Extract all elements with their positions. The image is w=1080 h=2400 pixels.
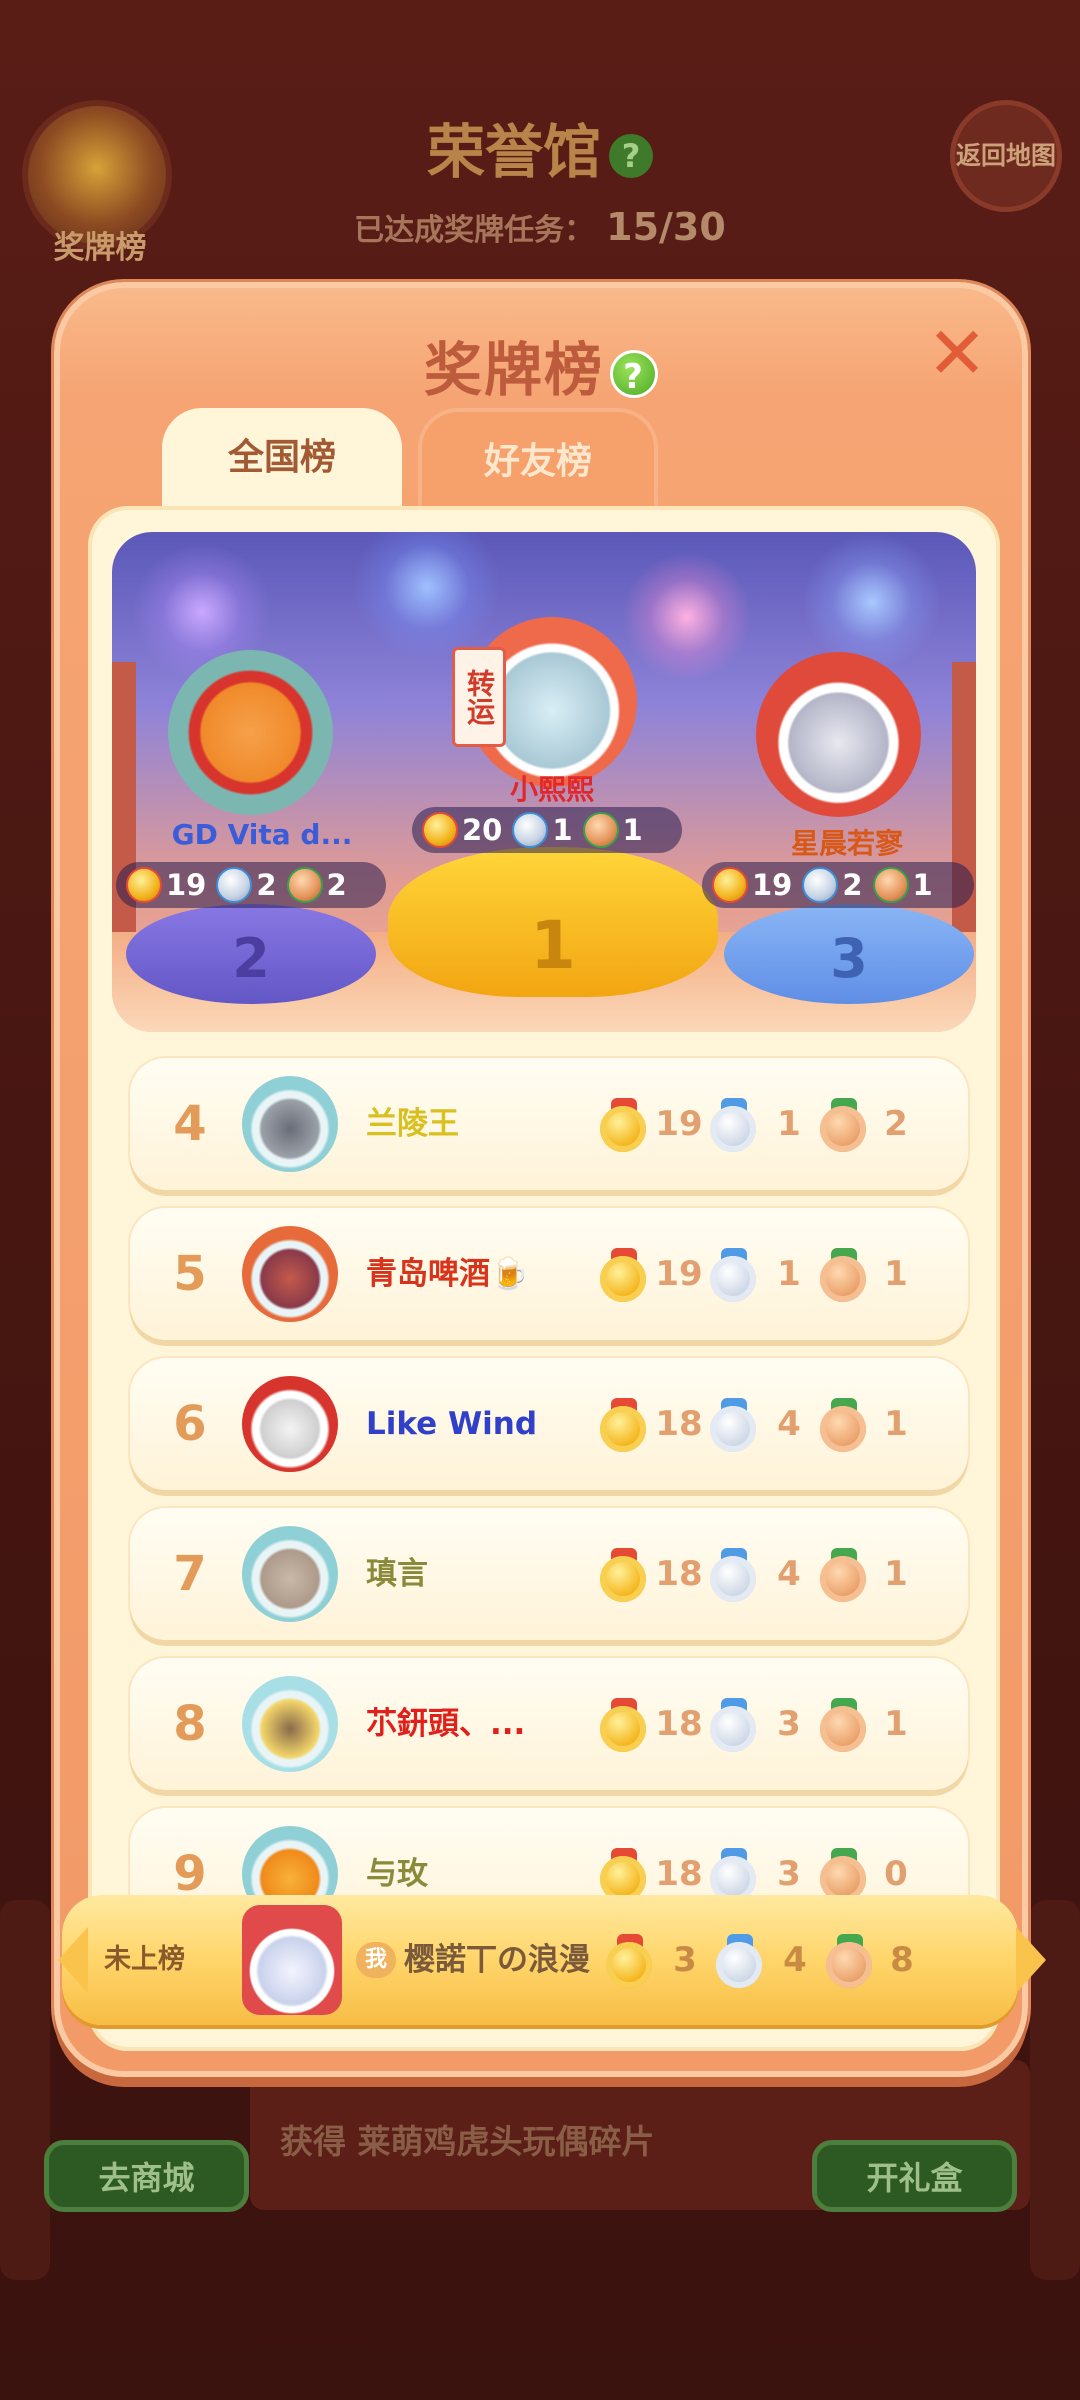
- player-name: Like Wind: [366, 1406, 538, 1442]
- medal-leaderboard-dialog: 奖牌榜? ✕ 全国榜 好友榜 2 1 3 转运 GD Vita d... 小熙熙: [54, 282, 1028, 2077]
- avatar[interactable]: [242, 1676, 338, 1772]
- podium-rank-1: 1: [530, 907, 576, 984]
- player-name: 兰陵王: [366, 1106, 459, 1142]
- reward-text: 获得 莱萌鸡虎头玩偶碎片: [280, 2122, 655, 2161]
- avatar-second[interactable]: [168, 650, 333, 815]
- my-name: 樱諾丅の浪漫: [404, 1942, 590, 1978]
- gold-medal-icon: [606, 1934, 654, 1988]
- ranking-row[interactable]: 5 青岛啤酒🍺 19 1 1: [130, 1208, 968, 1340]
- bronze-medal-icon: [826, 1934, 874, 1988]
- help-icon[interactable]: ?: [609, 133, 653, 178]
- medal-count-third: 19 2 1: [702, 862, 974, 908]
- close-icon[interactable]: ✕: [922, 317, 992, 389]
- leaderboard-panel: 2 1 3 转运 GD Vita d... 小熙熙 星晨若寥 19 2 2 20…: [88, 506, 1000, 2051]
- firework-decoration: [622, 552, 752, 682]
- bronze-medal-icon: [820, 1698, 868, 1752]
- lucky-tag: 转运: [452, 647, 506, 747]
- gold-medal-icon: [600, 1848, 648, 1902]
- player-name: 瑱言: [366, 1556, 428, 1592]
- avatar[interactable]: [242, 1226, 338, 1322]
- my-ranking-row[interactable]: 未上榜 我 樱諾丅の浪漫 3 4 8: [6, 1895, 1074, 2025]
- tab-friends[interactable]: 好友榜: [418, 408, 658, 512]
- ranking-row[interactable]: 7 瑱言 18 4 1: [130, 1508, 968, 1640]
- medal-counts: 18 4 1: [600, 1398, 960, 1452]
- player-name: 青岛啤酒🍺: [366, 1256, 529, 1292]
- my-rank-status: 未上榜: [104, 1944, 185, 1975]
- avatar[interactable]: [242, 1526, 338, 1622]
- medal-task-progress: 已达成奖牌任务： 15/30: [354, 205, 726, 249]
- silver-medal-icon: [716, 1934, 764, 1988]
- ribbon-right-tail: [1016, 1927, 1046, 1993]
- bronze-medal-icon: [820, 1548, 868, 1602]
- podium-rank-2: 2: [232, 927, 270, 990]
- top-three-stage: 2 1 3 转运 GD Vita d... 小熙熙 星晨若寥 19 2 2 20…: [112, 532, 976, 1032]
- bronze-medal-icon: [820, 1398, 868, 1452]
- silver-medal-icon: [710, 1548, 758, 1602]
- silver-medal-icon: [802, 867, 839, 903]
- gold-medal-icon: [600, 1398, 648, 1452]
- gold-medal-icon: [712, 867, 748, 903]
- bronze-medal-icon: [820, 1098, 868, 1152]
- my-avatar[interactable]: [242, 1905, 342, 2015]
- silver-medal-icon: [216, 867, 253, 903]
- stage-post: [112, 662, 136, 962]
- medal-counts: 19 1 1: [600, 1248, 960, 1302]
- silver-medal-icon: [710, 1398, 758, 1452]
- gold-medal-icon: [422, 812, 458, 848]
- rank-number: 4: [173, 1096, 207, 1152]
- dialog-title: 奖牌榜?: [60, 323, 1022, 407]
- gold-medal-icon: [126, 867, 162, 903]
- avatar[interactable]: [242, 1076, 338, 1172]
- gold-medal-icon: [600, 1548, 648, 1602]
- silver-medal-icon: [512, 812, 549, 848]
- avatar[interactable]: [242, 1376, 338, 1472]
- ranking-row[interactable]: 6 Like Wind 18 4 1: [130, 1358, 968, 1490]
- medal-counts: 19 1 2: [600, 1098, 960, 1152]
- rank-number: 8: [173, 1696, 207, 1752]
- silver-medal-icon: [710, 1698, 758, 1752]
- rank-number: 6: [173, 1396, 207, 1452]
- stage-post: [952, 662, 976, 962]
- silver-medal-icon: [710, 1248, 758, 1302]
- help-icon[interactable]: ?: [610, 349, 658, 398]
- open-gift-box-button[interactable]: 开礼盒: [812, 2140, 1017, 2212]
- rank-number: 7: [173, 1546, 207, 1602]
- name-second: GD Vita d...: [171, 818, 353, 851]
- medal-counts: 18 3 1: [600, 1698, 960, 1752]
- bronze-medal-icon: [872, 867, 909, 903]
- firework-decoration: [802, 532, 942, 672]
- gold-medal-icon: [600, 1698, 648, 1752]
- rank-number: 5: [173, 1246, 207, 1302]
- name-first: 小熙熙: [509, 773, 594, 806]
- go-to-shop-button[interactable]: 去商城: [44, 2140, 249, 2212]
- medal-counts: 18 4 1: [600, 1548, 960, 1602]
- ranking-row[interactable]: 8 䒕鈃頭、... 18 3 1: [130, 1658, 968, 1790]
- name-third: 星晨若寥: [790, 827, 903, 860]
- gold-medal-icon: [600, 1248, 648, 1302]
- player-name: 䒕鈃頭、...: [366, 1706, 526, 1742]
- ranking-row[interactable]: 4 兰陵王 19 1 2: [130, 1058, 968, 1190]
- bronze-medal-icon: [286, 867, 323, 903]
- silver-medal-icon: [710, 1848, 758, 1902]
- medal-count-second: 19 2 2: [116, 862, 386, 908]
- bronze-medal-icon: [820, 1848, 868, 1902]
- bronze-medal-icon: [820, 1248, 868, 1302]
- my-medal-counts: 3 4 8: [606, 1934, 986, 1988]
- tab-national[interactable]: 全国榜: [162, 408, 402, 512]
- me-badge: 我: [356, 1942, 396, 1978]
- bronze-medal-icon: [582, 812, 619, 848]
- silver-medal-icon: [710, 1098, 758, 1152]
- avatar-third[interactable]: [756, 652, 921, 817]
- hall-of-honor-title: 荣誉馆?: [0, 105, 1080, 189]
- podium-rank-3: 3: [830, 927, 868, 990]
- ribbon-left-tail: [58, 1927, 88, 1993]
- gold-medal-icon: [600, 1098, 648, 1152]
- medal-counts: 18 3 0: [600, 1848, 960, 1902]
- firework-decoration: [352, 532, 502, 662]
- medal-count-first: 20 1 1: [412, 807, 682, 853]
